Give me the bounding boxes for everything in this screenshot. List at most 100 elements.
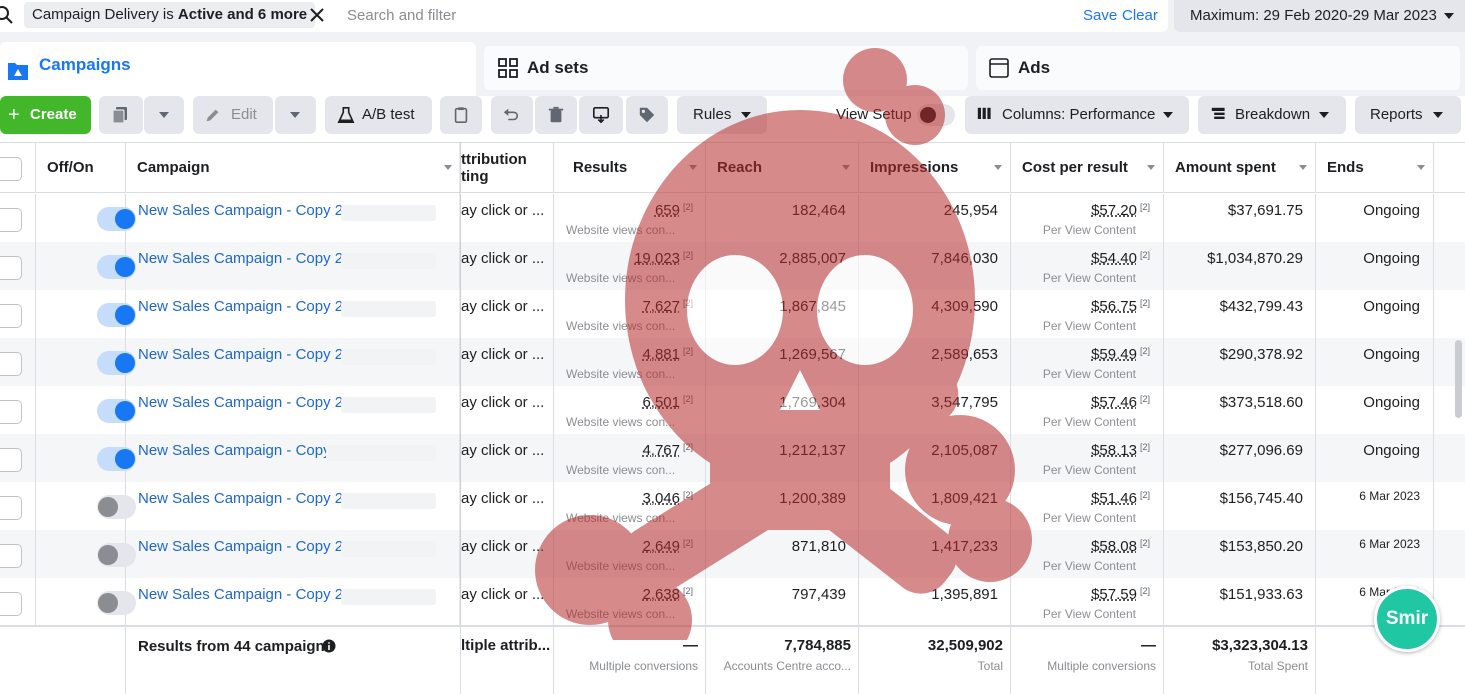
reports-button[interactable]: Reports xyxy=(1355,96,1461,134)
header-results[interactable]: Results xyxy=(554,143,706,193)
save-link[interactable]: Save xyxy=(1083,7,1117,24)
cost-value-wrap: $57.20 [2] xyxy=(1091,202,1150,219)
info-icon[interactable] xyxy=(322,639,336,653)
results-value[interactable]: 19,023 xyxy=(634,250,680,267)
table-row[interactable]: New Sales Campaign - Copy 2 - ay click o… xyxy=(0,482,1465,530)
cost-value[interactable]: $57.59 xyxy=(1091,586,1137,603)
row-checkbox[interactable] xyxy=(0,400,22,424)
results-value[interactable]: 2,638 xyxy=(642,586,680,603)
table-row[interactable]: New Sales Campaign - Copy 2 - ay click o… xyxy=(0,530,1465,578)
clear-link[interactable]: Clear xyxy=(1122,7,1158,24)
cost-value[interactable]: $58.08 xyxy=(1091,538,1137,555)
results-value[interactable]: 2,649 xyxy=(642,538,680,555)
attribution-cell: ay click or ... xyxy=(461,338,554,386)
cost-value[interactable]: $58.13 xyxy=(1091,442,1137,459)
results-value[interactable]: 4,767 xyxy=(642,442,680,459)
impressions-value: 2,105,087 xyxy=(931,442,998,459)
row-checkbox[interactable] xyxy=(0,304,22,328)
create-button[interactable]: + Create xyxy=(0,96,91,134)
edit-dropdown[interactable] xyxy=(275,96,316,134)
delete-button[interactable] xyxy=(535,96,577,134)
attribution-cell: ay click or ... xyxy=(461,290,554,338)
footer-attribution: ltiple attrib... xyxy=(461,627,554,694)
reach-cell: 871,810 xyxy=(706,530,859,578)
cost-value-wrap: $57.46 [2] xyxy=(1091,394,1150,411)
close-icon[interactable] xyxy=(308,6,326,24)
ab-test-button[interactable]: A/B test xyxy=(325,96,432,134)
cost-value-wrap: $51.46 [2] xyxy=(1091,490,1150,507)
impressions-value: 245,954 xyxy=(943,202,998,219)
table-row[interactable]: New Sales Campaign - Copy ay click or ..… xyxy=(0,434,1465,482)
cost-value[interactable]: $54.40 xyxy=(1091,250,1137,267)
breakdown-button[interactable]: Breakdown xyxy=(1198,96,1346,134)
reach-value: 797,439 xyxy=(791,586,846,603)
header-ends[interactable]: Ends xyxy=(1316,143,1434,193)
header-attribution[interactable]: ttribution ting xyxy=(461,143,554,193)
cost-value[interactable]: $59.49 xyxy=(1091,346,1137,363)
results-value[interactable]: 6,501 xyxy=(642,394,680,411)
preview-button[interactable] xyxy=(579,96,623,134)
header-amount-spent[interactable]: Amount spent xyxy=(1164,143,1316,193)
cost-value[interactable]: $56.75 xyxy=(1091,298,1137,315)
date-range-picker[interactable]: Maximum: 29 Feb 2020-29 Mar 2023 xyxy=(1174,0,1465,32)
vertical-scrollbar[interactable] xyxy=(1455,340,1462,418)
rules-button[interactable]: Rules xyxy=(677,96,767,134)
table-row[interactable]: New Sales Campaign - Copy 2 - ay click o… xyxy=(0,578,1465,626)
tab-ads[interactable]: Ads xyxy=(976,46,1460,90)
duplicate-dropdown[interactable] xyxy=(144,96,184,134)
header-impressions[interactable]: Impressions xyxy=(859,143,1011,193)
row-checkbox[interactable] xyxy=(0,448,22,472)
tag-button[interactable] xyxy=(626,96,668,134)
results-value-wrap: 7,627 [2] xyxy=(642,298,693,315)
cost-value[interactable]: $57.46 xyxy=(1091,394,1137,411)
tab-campaigns[interactable]: Campaigns xyxy=(0,42,476,96)
trash-icon xyxy=(548,106,564,123)
table-row[interactable]: New Sales Campaign - Copy 2 - ay click o… xyxy=(0,290,1465,338)
results-value-wrap: 659 [2] xyxy=(655,202,693,219)
search-filter-box[interactable]: Campaign Delivery is Active and 6 more S… xyxy=(0,0,1168,32)
attribution-value: ay click or ... xyxy=(461,346,545,363)
row-checkbox[interactable] xyxy=(0,544,22,568)
cost-value[interactable]: $57.20 xyxy=(1091,202,1137,219)
redacted-text xyxy=(341,205,436,221)
clipboard-button[interactable] xyxy=(440,96,482,134)
footnote-marker: [2] xyxy=(682,394,693,404)
header-reach[interactable]: Reach xyxy=(706,143,859,193)
duplicate-button[interactable] xyxy=(99,96,143,134)
attribution-cell: ay click or ... xyxy=(461,242,554,290)
ends-value: Ongoing xyxy=(1363,250,1420,267)
impressions-value: 7,846,030 xyxy=(931,250,998,267)
row-checkbox[interactable] xyxy=(0,256,22,280)
duplicate-icon xyxy=(112,107,127,124)
table-row[interactable]: New Sales Campaign - Copy 2 - ay click o… xyxy=(0,338,1465,386)
attribution-cell: ay click or ... xyxy=(461,482,554,530)
ends-cell: Ongoing xyxy=(1316,434,1434,482)
campaigns-table: Off/On Campaign ttribution ting Results R… xyxy=(0,142,1465,692)
level-tabs: Campaigns Ad sets Ads xyxy=(0,36,1465,96)
tab-ad-sets[interactable]: Ad sets xyxy=(484,46,968,90)
results-value[interactable]: 7,627 xyxy=(642,298,680,315)
results-value[interactable]: 3,046 xyxy=(642,490,680,507)
cost-value[interactable]: $51.46 xyxy=(1091,490,1137,507)
header-off-on[interactable]: Off/On xyxy=(36,143,126,193)
results-value[interactable]: 4,881 xyxy=(642,346,680,363)
header-campaign[interactable]: Campaign xyxy=(126,143,461,193)
search-input[interactable]: Search and filter xyxy=(347,7,456,24)
view-setup-toggle[interactable] xyxy=(917,104,955,126)
row-checkbox[interactable] xyxy=(0,208,22,232)
undo-button[interactable] xyxy=(491,96,533,134)
header-cost-per-result[interactable]: Cost per result xyxy=(1011,143,1164,193)
columns-button[interactable]: Columns: Performance xyxy=(965,96,1189,134)
toggle-cell xyxy=(36,482,136,530)
select-all-checkbox[interactable] xyxy=(0,157,22,181)
table-row[interactable]: New Sales Campaign - Copy 2 - ay click o… xyxy=(0,386,1465,434)
table-row[interactable]: New Sales Campaign - Copy 2 - ay click o… xyxy=(0,194,1465,242)
row-checkbox[interactable] xyxy=(0,352,22,376)
row-checkbox[interactable] xyxy=(0,496,22,520)
tab-ad-sets-label: Ad sets xyxy=(527,58,589,77)
row-checkbox[interactable] xyxy=(0,592,22,616)
edit-button[interactable]: Edit xyxy=(193,96,273,134)
table-row[interactable]: New Sales Campaign - Copy 2 - ay click o… xyxy=(0,242,1465,290)
results-value[interactable]: 659 xyxy=(655,202,680,219)
filter-chip[interactable]: Campaign Delivery is Active and 6 more xyxy=(24,2,316,28)
